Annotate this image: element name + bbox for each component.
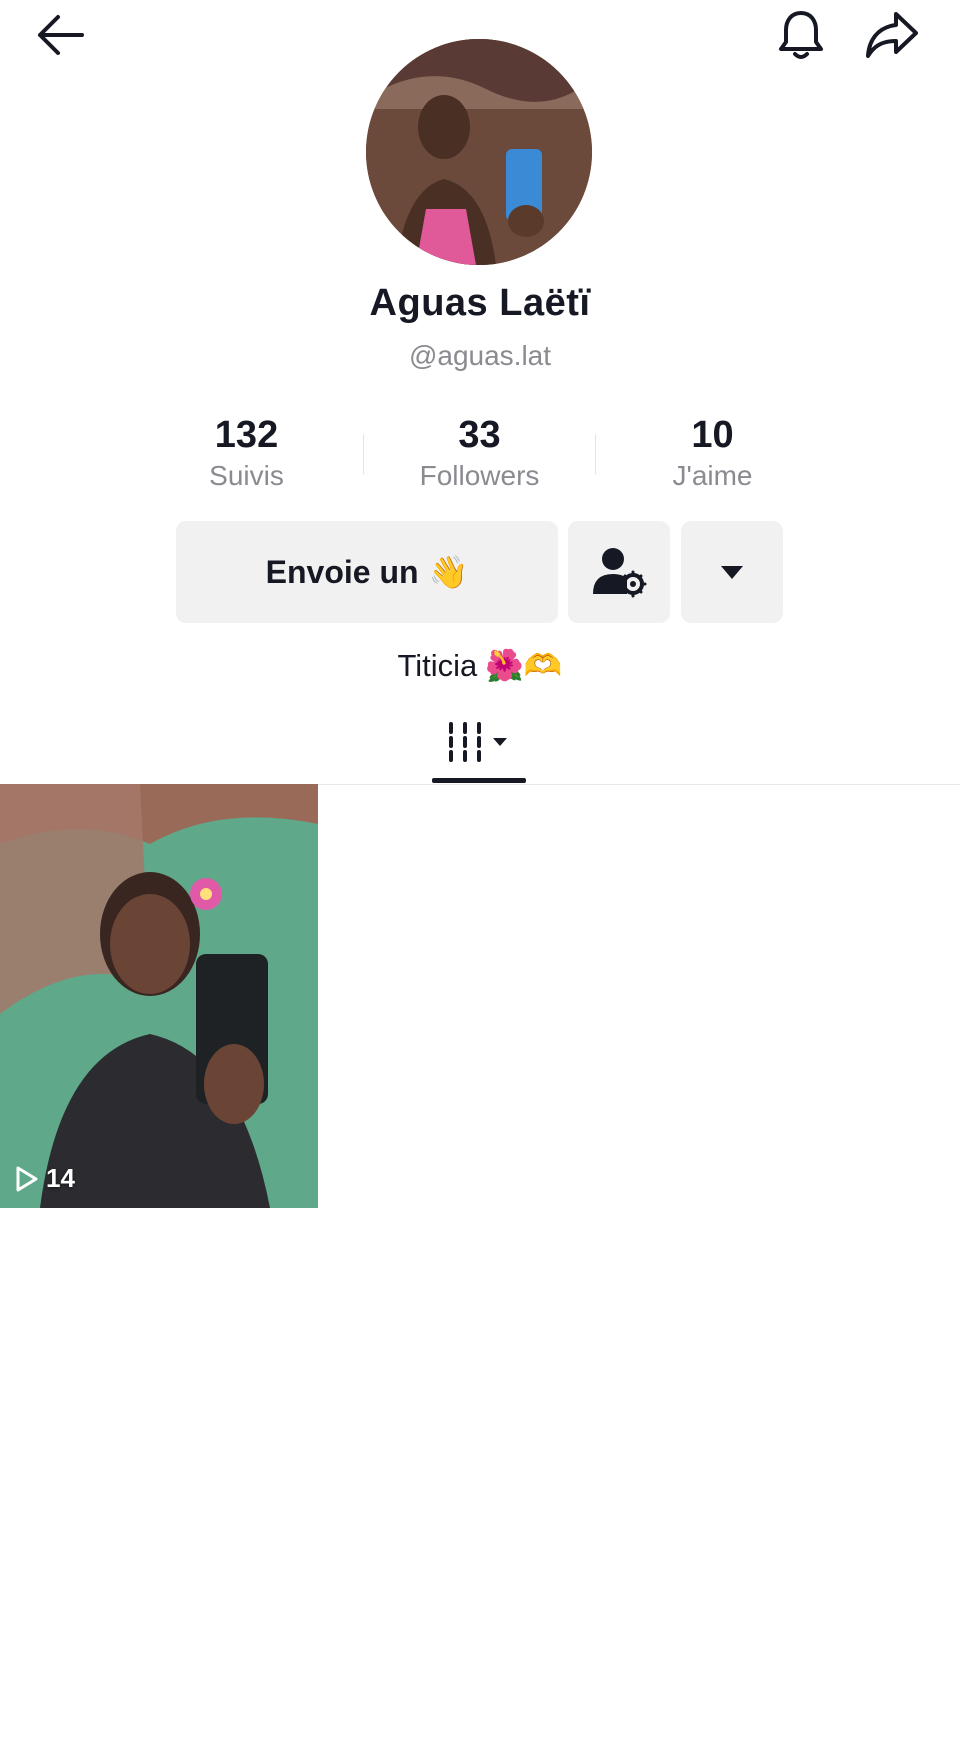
stat-likes-label: J'aime — [672, 460, 753, 491]
bio-emojis: 🌺🫶 — [485, 648, 563, 684]
username-handle: @aguas.lat — [408, 340, 552, 371]
back-arrow-icon — [38, 15, 84, 55]
user-settings-icon — [593, 548, 647, 598]
play-count-value: 14 — [46, 1163, 75, 1193]
display-name: Aguas Laëtï — [369, 282, 591, 324]
video-play-count: 14 — [14, 1163, 75, 1194]
stat-followers-value: 33 — [458, 414, 501, 456]
stat-following-value: 132 — [214, 414, 279, 456]
send-wave-button[interactable]: Envoie un 👋 — [176, 521, 558, 623]
notifications-button[interactable] — [772, 6, 830, 64]
video-thumbnail[interactable]: 14 — [0, 784, 318, 1208]
more-options-button[interactable] — [681, 521, 783, 623]
wave-emoji: 👋 — [428, 553, 469, 591]
avatar-photo — [366, 39, 592, 265]
profile-avatar[interactable] — [366, 39, 592, 265]
bell-icon — [779, 11, 823, 59]
videos-grid-icon — [449, 722, 507, 762]
friend-settings-button[interactable] — [568, 521, 670, 623]
stat-followers[interactable]: 33 Followers — [363, 412, 596, 502]
share-button[interactable] — [862, 6, 922, 64]
bio-text: Titicia — [397, 647, 478, 683]
stat-following-label: Suivis — [209, 460, 284, 491]
play-icon — [16, 1166, 38, 1191]
send-wave-label: Envoie un — [265, 553, 419, 590]
profile-bio: Titicia 🌺🫶 — [0, 647, 960, 685]
caret-down-icon — [721, 566, 743, 579]
active-tab-indicator — [432, 778, 526, 783]
stat-likes[interactable]: 10 J'aime — [596, 412, 829, 502]
stat-following[interactable]: 132 Suivis — [130, 412, 363, 502]
stat-followers-label: Followers — [419, 460, 540, 491]
stat-divider — [363, 434, 364, 474]
video-thumbnail-image — [0, 784, 318, 1208]
tab-videos[interactable] — [432, 700, 526, 784]
stat-likes-value: 10 — [691, 414, 734, 456]
profile-stats: 132 Suivis 33 Followers 10 J'aime — [130, 412, 830, 502]
share-icon — [866, 12, 918, 58]
back-button[interactable] — [30, 10, 90, 60]
content-tabs — [0, 700, 960, 785]
